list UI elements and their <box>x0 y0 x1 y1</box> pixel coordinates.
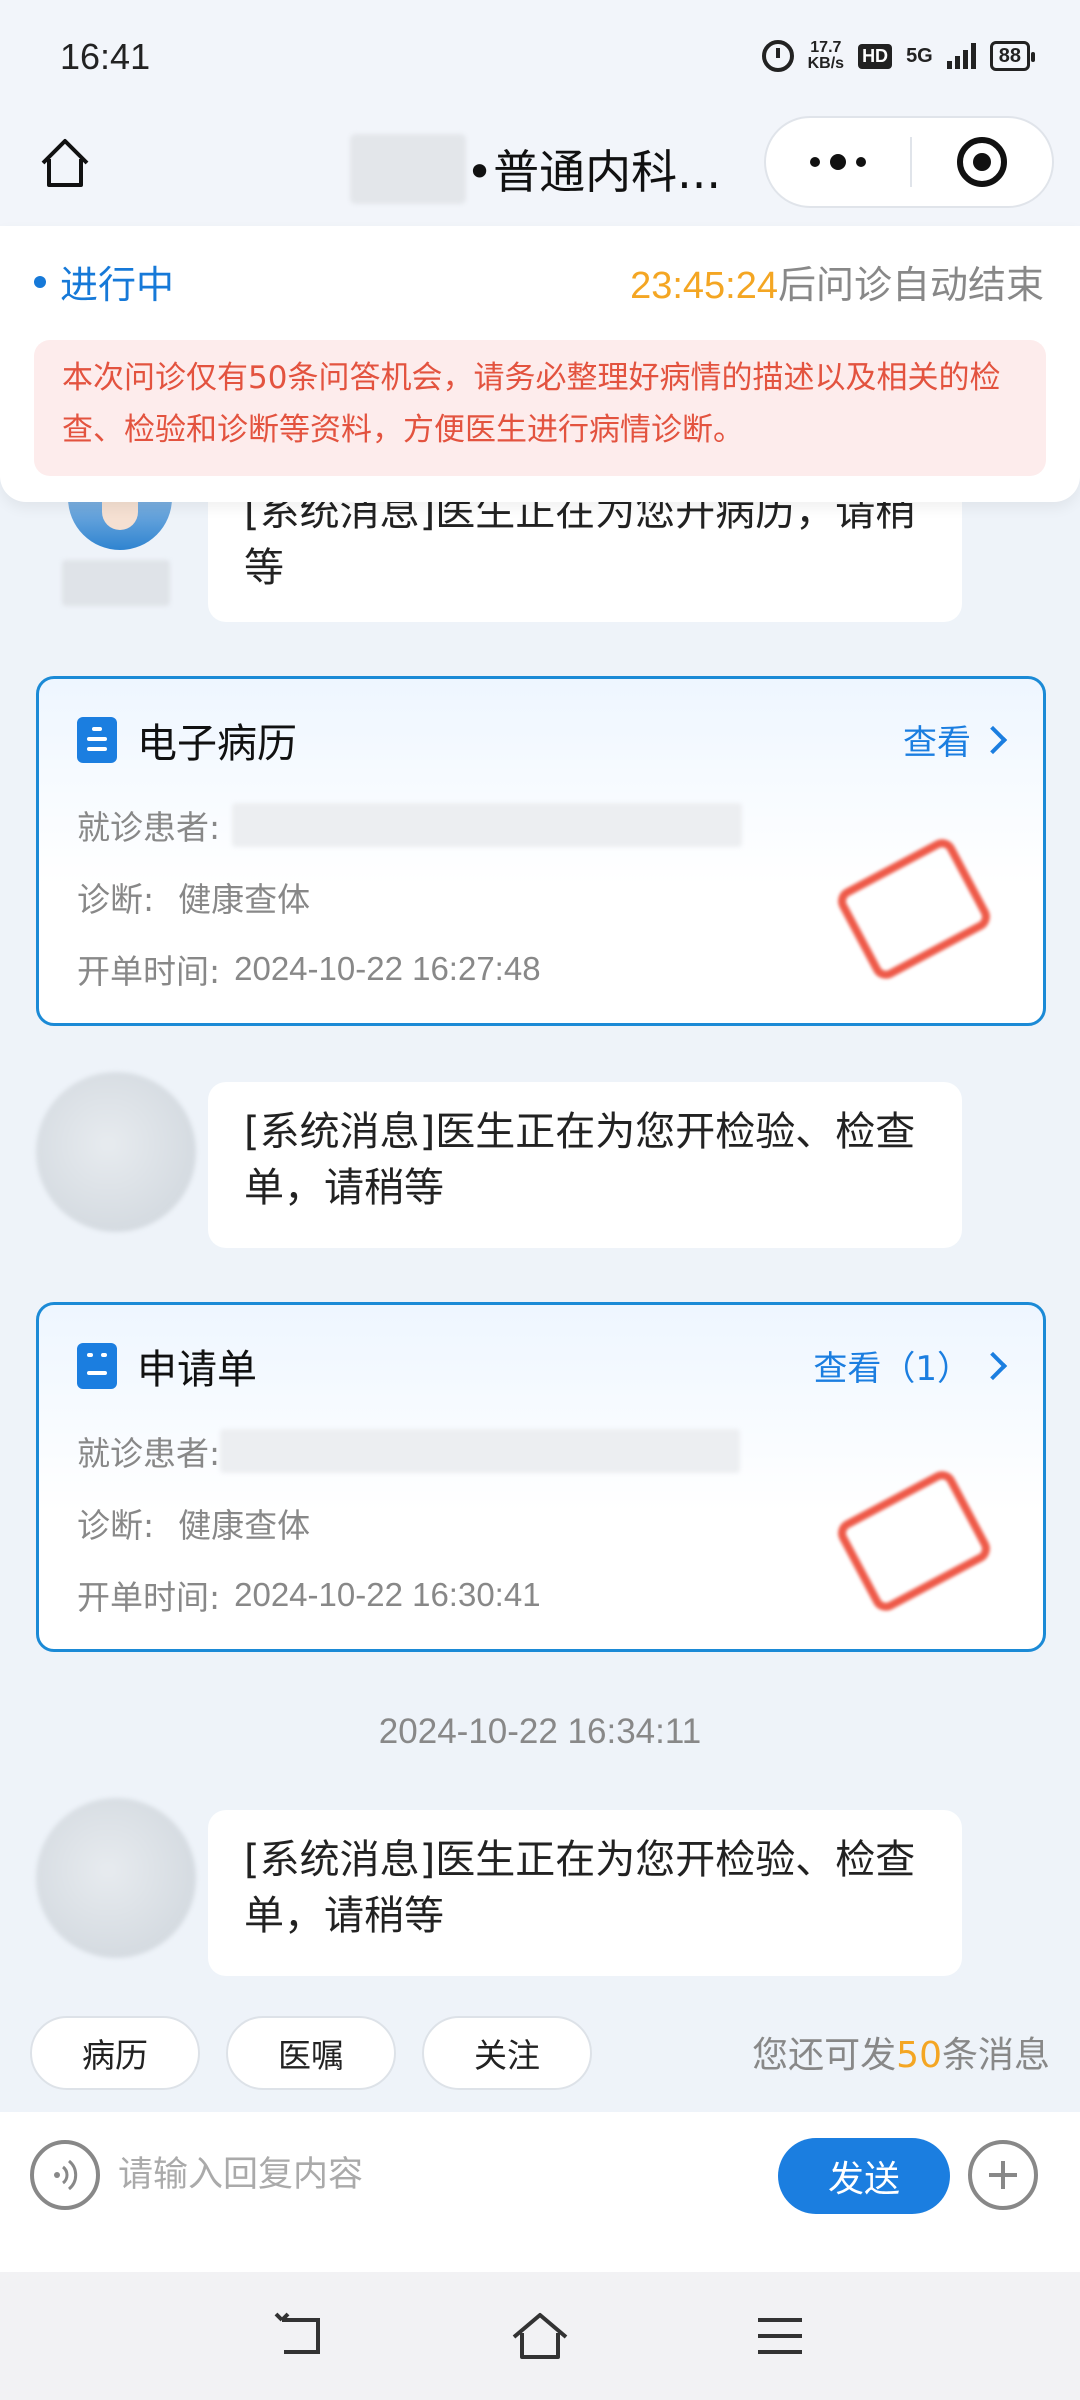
hd-icon: HD <box>858 43 893 69</box>
alarm-icon <box>761 40 794 72</box>
message-text: [系统消息]医生正在为您开病历，请稍等 <box>244 489 916 591</box>
stamp-seal <box>833 1466 995 1616</box>
home-button[interactable] <box>30 128 100 198</box>
net-speed-unit: KB/s <box>807 55 845 72</box>
send-button[interactable]: 发送 <box>778 2138 950 2214</box>
home-icon <box>512 2313 568 2359</box>
status-icons: 17.7 KB/s HD 5G 88 <box>761 40 1036 72</box>
recent-apps-button[interactable] <box>750 2306 810 2366</box>
view-label: 查看 <box>903 723 971 763</box>
chat-timestamp: 2024-10-22 16:34:11 <box>378 1712 702 1751</box>
stamp-seal <box>833 834 995 984</box>
signal-icon <box>946 43 976 69</box>
consult-state: 进行中 <box>34 254 174 309</box>
close-button[interactable] <box>912 118 1052 206</box>
time-label: 开单时间: <box>77 952 221 991</box>
mini-program-capsule <box>764 116 1054 208</box>
card-header: 电子病历 <box>77 711 297 769</box>
more-button[interactable] <box>766 118 910 206</box>
card-header: 申请单 <box>77 1337 257 1395</box>
more-dot <box>810 157 820 167</box>
remaining-prefix: 您还可发 <box>752 2035 897 2076</box>
back-icon <box>274 2312 320 2354</box>
consult-state-label: 进行中 <box>60 263 175 307</box>
patient-label: 就诊患者: <box>77 1434 221 1473</box>
target-icon <box>957 137 1007 187</box>
patient-row: 就诊患者: <box>77 1427 741 1475</box>
doctor-avatar <box>36 1072 196 1232</box>
diagnosis-value: 健康查体 <box>178 1506 311 1545</box>
medical-record-icon <box>77 717 117 763</box>
view-request-button[interactable]: 查看（1） <box>813 1341 1008 1390</box>
countdown-time: 23:45:24 <box>630 265 778 307</box>
card-title: 电子病历 <box>137 721 297 767</box>
time-row: 开单时间: 2024-10-22 16:30:41 <box>77 1571 541 1619</box>
patient-name-redacted <box>232 803 743 847</box>
chevron-right-icon <box>978 1351 1008 1380</box>
countdown-suffix: 后问诊自动结束 <box>777 265 1044 307</box>
page-title: •普通内科... <box>350 134 721 204</box>
request-form-card[interactable]: 申请单 查看（1） 就诊患者: 诊断: 健康查体 开单时间: 2024-10-2… <box>36 1302 1046 1652</box>
view-label: 查看（1） <box>813 1349 971 1389</box>
system-nav-bar <box>0 2272 1080 2400</box>
remaining-messages: 您还可发50条消息 <box>752 2026 1050 2078</box>
doctor-name-redacted <box>62 560 170 606</box>
patient-name-redacted <box>220 1429 741 1473</box>
diagnosis-label: 诊断: <box>77 1506 155 1545</box>
status-bar: 16:41 17.7 KB/s HD 5G 88 <box>0 0 1080 116</box>
network-type: 5G <box>906 44 933 67</box>
doctor-name-redacted <box>350 134 466 204</box>
remaining-count: 50 <box>896 2035 942 2076</box>
chevron-right-icon <box>978 725 1008 754</box>
clock: 16:41 <box>60 36 151 77</box>
quick-actions: 病历 医嘱 关注 <box>30 2016 592 2090</box>
add-attachment-button[interactable] <box>968 2140 1038 2210</box>
card-title: 申请单 <box>137 1347 257 1393</box>
quick-action-medical-record[interactable]: 病历 <box>30 2016 200 2090</box>
back-button[interactable] <box>270 2306 330 2366</box>
time-row: 开单时间: 2024-10-22 16:27:48 <box>77 945 541 993</box>
page-title-text: •普通内科... <box>466 145 721 199</box>
time-label: 开单时间: <box>77 1578 221 1617</box>
countdown: 23:45:24后问诊自动结束 <box>630 254 1044 309</box>
consult-status-card: 进行中 23:45:24后问诊自动结束 本次问诊仅有50条问答机会，请务必整理好… <box>0 226 1080 502</box>
more-dot <box>856 157 866 167</box>
time-value: 2024-10-22 16:27:48 <box>234 950 541 987</box>
reply-input[interactable] <box>118 2142 758 2208</box>
net-speed: 17.7 KB/s <box>808 40 844 72</box>
voice-input-button[interactable] <box>30 2140 100 2210</box>
time-value: 2024-10-22 16:30:41 <box>234 1576 541 1613</box>
message-bubble: [系统消息]医生正在为您开检验、检查单，请稍等 <box>208 1810 962 1976</box>
nav-bar: •普通内科... <box>0 116 1080 226</box>
message-bubble: [系统消息]医生正在为您开检验、检查单，请稍等 <box>208 1082 962 1248</box>
patient-label: 就诊患者: <box>77 808 221 847</box>
quick-action-follow[interactable]: 关注 <box>422 2016 592 2090</box>
home-icon <box>41 139 89 187</box>
diagnosis-row: 诊断: 健康查体 <box>77 1499 310 1547</box>
doctor-avatar <box>36 1798 196 1958</box>
menu-icon <box>758 2318 802 2354</box>
patient-row: 就诊患者: <box>77 801 743 849</box>
voice-icon <box>54 2159 78 2191</box>
diagnosis-row: 诊断: 健康查体 <box>77 873 310 921</box>
state-dot-icon <box>34 275 46 288</box>
quick-action-doctor-orders[interactable]: 医嘱 <box>226 2016 396 2090</box>
message-text: [系统消息]医生正在为您开检验、检查单，请稍等 <box>244 1109 916 1211</box>
system-home-button[interactable] <box>510 2306 570 2366</box>
more-dot <box>830 154 846 170</box>
medical-record-card[interactable]: 电子病历 查看 就诊患者: 诊断: 健康查体 开单时间: 2024-10-22 … <box>36 676 1046 1026</box>
remaining-suffix: 条消息 <box>941 2035 1050 2076</box>
diagnosis-value: 健康查体 <box>178 880 311 919</box>
message-text: [系统消息]医生正在为您开检验、检查单，请稍等 <box>244 1837 916 1939</box>
input-bar: 发送 <box>0 2112 1080 2272</box>
plus-icon <box>989 2161 1017 2189</box>
request-form-icon <box>77 1343 117 1389</box>
consult-warning: 本次问诊仅有50条问答机会，请务必整理好病情的描述以及相关的检查、检验和诊断等资… <box>34 340 1046 476</box>
view-record-button[interactable]: 查看 <box>903 715 1008 764</box>
battery-icon: 88 <box>989 41 1036 71</box>
net-speed-value: 17.7 <box>810 39 842 56</box>
diagnosis-label: 诊断: <box>77 880 155 919</box>
